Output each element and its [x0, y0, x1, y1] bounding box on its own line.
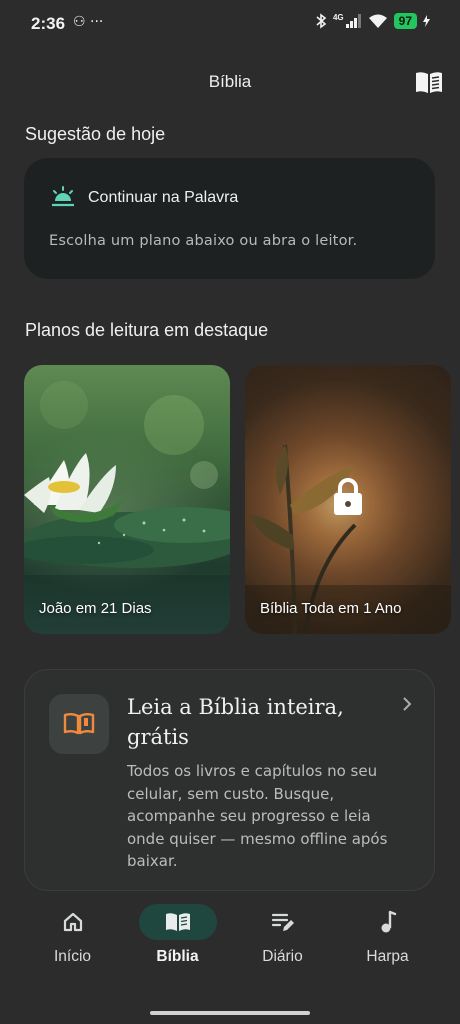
- plan-card-joao[interactable]: João em 21 Dias: [24, 365, 230, 634]
- today-card-title: Continuar na Palavra: [88, 189, 239, 206]
- battery-level: 97: [393, 13, 417, 29]
- bottom-nav: Início Bíblia Diário Harpa: [0, 900, 460, 1024]
- app-header: Bíblia: [0, 64, 460, 104]
- nav-label: Início: [53, 948, 92, 965]
- charging-icon: [423, 15, 430, 27]
- notification-icons: ⚇ ···: [73, 14, 104, 30]
- network-type: 4G: [332, 12, 344, 22]
- open-book-icon: [416, 72, 442, 93]
- nav-label: Harpa: [366, 948, 409, 965]
- wifi-icon: [368, 14, 387, 28]
- plan-label: Bíblia Toda em 1 Ano: [260, 600, 402, 617]
- plan-label: João em 21 Dias: [39, 600, 152, 617]
- read-full-bible-card[interactable]: Leia a Bíblia inteira, grátis Todos os l…: [24, 669, 435, 891]
- lock-icon: [334, 478, 362, 515]
- promo-title: Leia a Bíblia inteira, grátis: [127, 695, 344, 749]
- nav-item-biblia[interactable]: Bíblia: [120, 900, 235, 966]
- nav-label: Bíblia: [156, 948, 199, 965]
- today-card-subtitle: Escolha um plano abaixo ou abra o leitor…: [49, 233, 358, 249]
- open-book-icon: [63, 713, 95, 735]
- plans-section-title: Planos de leitura em destaque: [25, 320, 269, 340]
- sunrise-icon: [52, 186, 74, 207]
- chevron-right-icon: [403, 697, 412, 711]
- nav-item-diario[interactable]: Diário: [225, 900, 340, 966]
- today-section-title: Sugestão de hoje: [25, 124, 166, 144]
- signal-icon: [345, 14, 361, 28]
- book-icon: [165, 913, 190, 931]
- promo-icon-box: [49, 694, 109, 754]
- status-right-icons: 4G 97: [315, 13, 430, 29]
- nav-label: Diário: [262, 948, 303, 965]
- home-indicator[interactable]: [150, 1011, 310, 1015]
- promo-body: Todos os livros e capítulos no seu celul…: [127, 762, 388, 870]
- water-lily-image: [24, 381, 230, 634]
- home-icon: [63, 912, 82, 932]
- nav-item-inicio[interactable]: Início: [15, 900, 130, 966]
- plan-card-biblia-1-ano[interactable]: Bíblia Toda em 1 Ano: [245, 365, 451, 634]
- notes-icon: [271, 913, 294, 931]
- status-time: 2:36: [31, 14, 66, 33]
- nav-item-harpa[interactable]: Harpa: [330, 900, 445, 966]
- music-note-icon: [381, 910, 396, 933]
- open-reader-button[interactable]: [414, 70, 444, 98]
- continue-reading-card[interactable]: Continuar na Palavra Escolha um plano ab…: [24, 158, 435, 279]
- page-title: Bíblia: [208, 72, 252, 91]
- status-bar: 2:36 ⚇ ··· 4G 97: [0, 0, 460, 46]
- bluetooth-icon: [316, 13, 327, 29]
